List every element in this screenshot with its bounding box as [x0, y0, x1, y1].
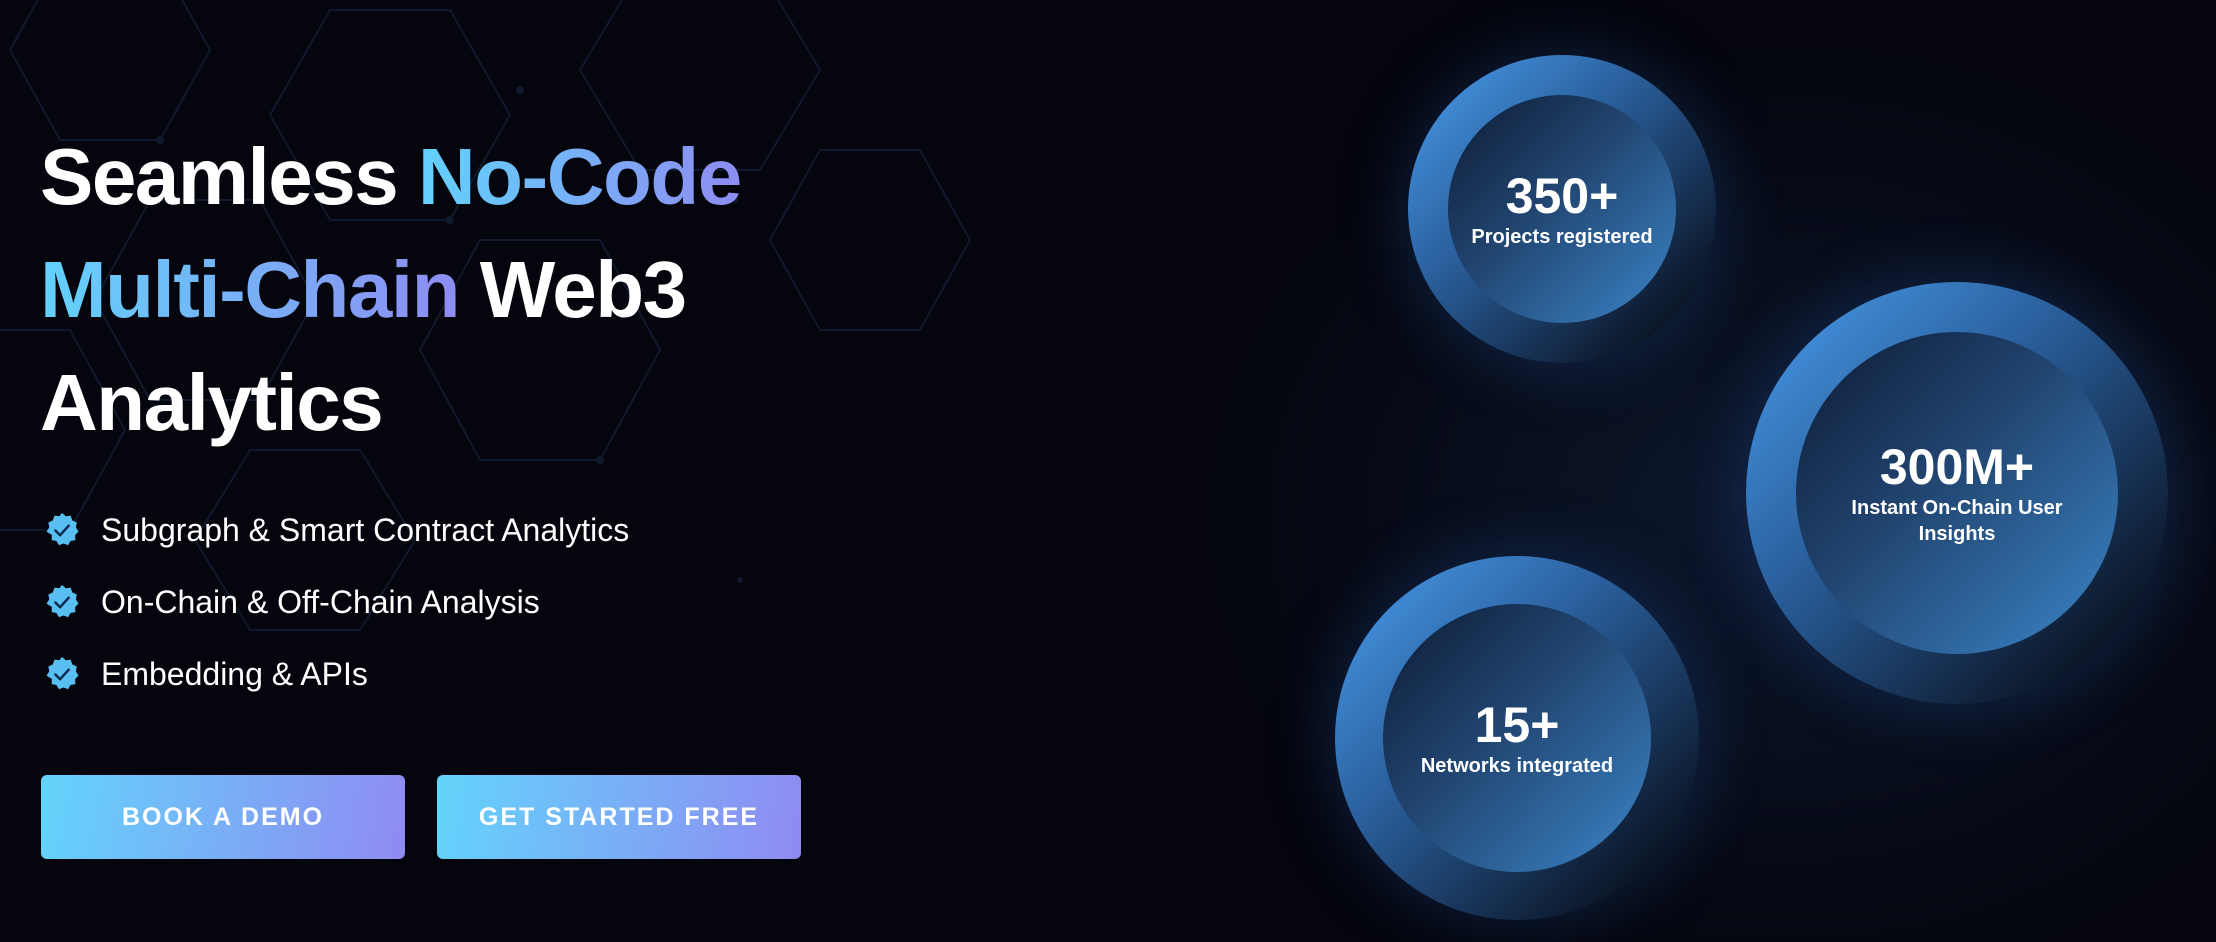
- headline-analytics: Analytics: [40, 358, 384, 447]
- feature-item: Embedding & APIs: [43, 638, 629, 710]
- verified-check-icon: [46, 656, 79, 690]
- headline-no-code: No-Code: [417, 132, 742, 221]
- feature-item: Subgraph & Smart Contract Analytics: [43, 494, 629, 566]
- hero-headline: Seamless No-Code Multi-Chain Web3 Analyt…: [40, 120, 742, 459]
- verified-check-icon: [46, 512, 79, 546]
- headline-multi-chain: Multi-Chain: [40, 245, 460, 334]
- feature-item: On-Chain & Off-Chain Analysis: [43, 566, 629, 638]
- book-demo-button[interactable]: BOOK A DEMO: [41, 775, 405, 859]
- stat-circle-user-insights: 300M+ Instant On-Chain User Insights: [1746, 282, 2168, 704]
- stat-value: 300M+: [1879, 439, 2035, 495]
- feature-label: Subgraph & Smart Contract Analytics: [101, 511, 630, 548]
- headline-web3: Web3: [458, 245, 687, 334]
- stat-circle-networks: 15+ Networks integrated: [1335, 556, 1699, 920]
- feature-label: On-Chain & Off-Chain Analysis: [101, 583, 540, 620]
- stat-value: 15+: [1474, 697, 1560, 753]
- headline-seamless: Seamless: [40, 132, 418, 221]
- stat-circle-projects: 350+ Projects registered: [1408, 55, 1716, 363]
- stat-label: Instant On-Chain User Insights: [1851, 497, 2063, 545]
- stat-label: Networks integrated: [1420, 755, 1614, 777]
- stat-value: 350+: [1505, 168, 1619, 224]
- feature-label: Embedding & APIs: [101, 655, 368, 692]
- verified-check-icon: [46, 584, 79, 618]
- get-started-free-button[interactable]: GET STARTED FREE: [437, 775, 801, 859]
- feature-list: Subgraph & Smart Contract Analytics On-C…: [43, 494, 629, 710]
- stat-label: Projects registered: [1471, 226, 1653, 248]
